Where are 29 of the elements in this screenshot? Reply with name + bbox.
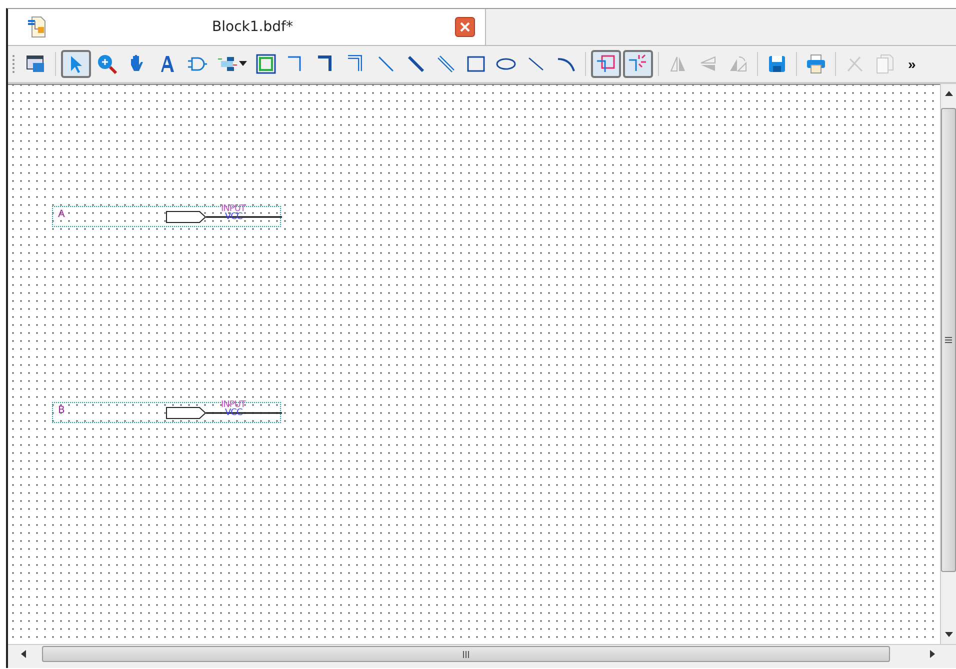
tab-title: Block1.bdf* [211, 19, 294, 35]
zoom-icon [96, 53, 118, 75]
square-icon [255, 53, 277, 75]
pin-type-label: INPUT [221, 204, 246, 214]
horizontal-scrollbar[interactable] [8, 644, 956, 663]
pin-name: A [58, 209, 65, 220]
scroll-thumb[interactable] [941, 108, 956, 572]
print-icon [805, 53, 827, 75]
pin-name: B [58, 405, 65, 416]
vertical-scrollbar[interactable] [940, 84, 956, 644]
left-arrow-icon [20, 650, 26, 658]
overflow-button[interactable]: » [906, 56, 918, 72]
caret-icon [239, 61, 247, 67]
window-icon [25, 53, 47, 75]
close-icon [460, 22, 470, 32]
scroll-thumb[interactable] [42, 646, 890, 662]
save-icon [766, 53, 788, 75]
grip-icon [945, 337, 952, 343]
connector-icon [595, 53, 617, 75]
diagonal-bus-icon [405, 53, 427, 75]
pin-type-label: INPUT [221, 400, 246, 410]
document-tab[interactable]: Block1.bdf* [8, 9, 486, 45]
down-arrow-icon [944, 632, 952, 638]
copy-icon [874, 53, 896, 75]
right-arrow-icon [930, 650, 936, 658]
diagonal-conduit-icon [435, 53, 457, 75]
up-arrow-icon [944, 90, 952, 96]
close-button[interactable] [455, 17, 475, 37]
grip-icon [463, 650, 469, 658]
